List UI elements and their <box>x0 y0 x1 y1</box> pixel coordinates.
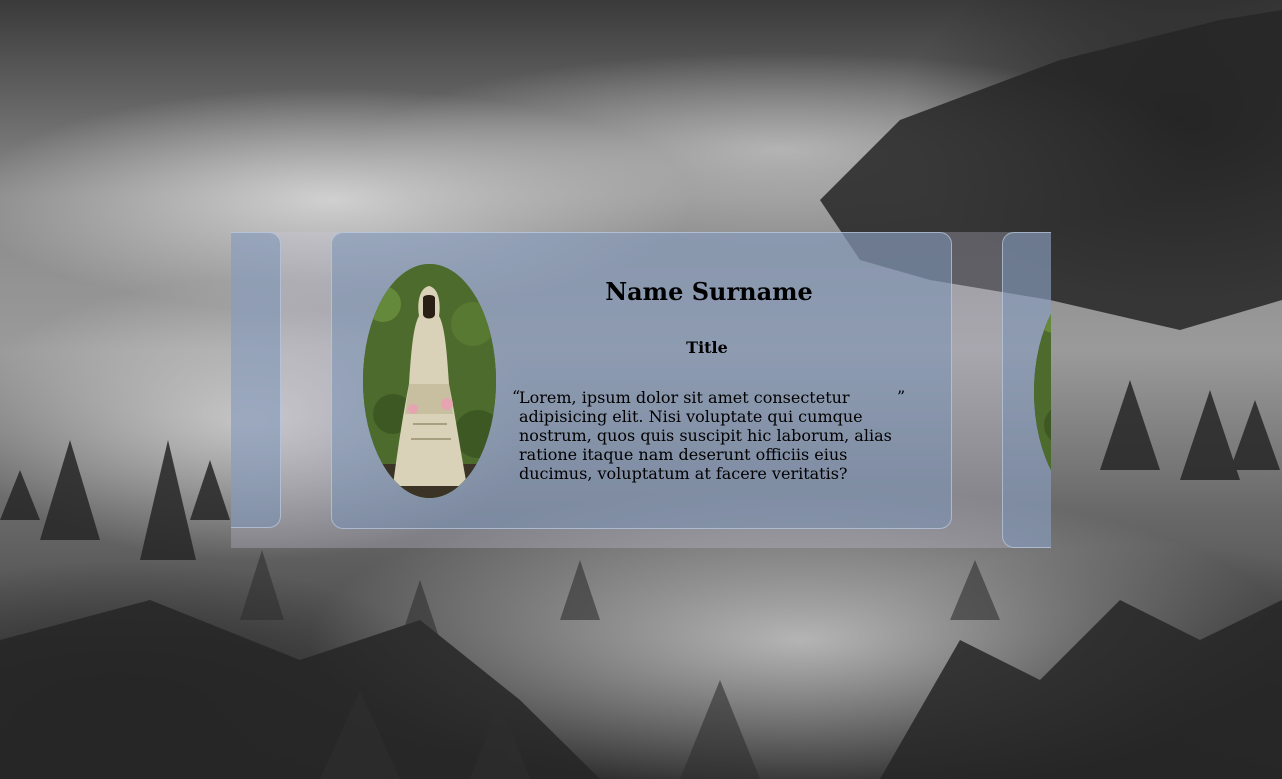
testimonial-card-next[interactable] <box>1002 232 1051 548</box>
person-title: Title <box>686 338 728 357</box>
testimonial-carousel[interactable]: ” Name Surname Title “ Lorem, ipsum <box>231 232 1051 548</box>
testimonial-card-previous[interactable]: ” <box>231 232 281 528</box>
quote-close-mark: ” <box>897 387 906 406</box>
testimonial-card-active: Name Surname Title “ Lorem, ipsum dolor … <box>331 232 952 529</box>
testimonial-quote: Lorem, ipsum dolor sit amet consectetur … <box>519 388 892 483</box>
person-name: Name Surname <box>605 277 813 306</box>
person-photo-icon <box>1034 275 1051 509</box>
person-photo-icon <box>363 264 496 498</box>
